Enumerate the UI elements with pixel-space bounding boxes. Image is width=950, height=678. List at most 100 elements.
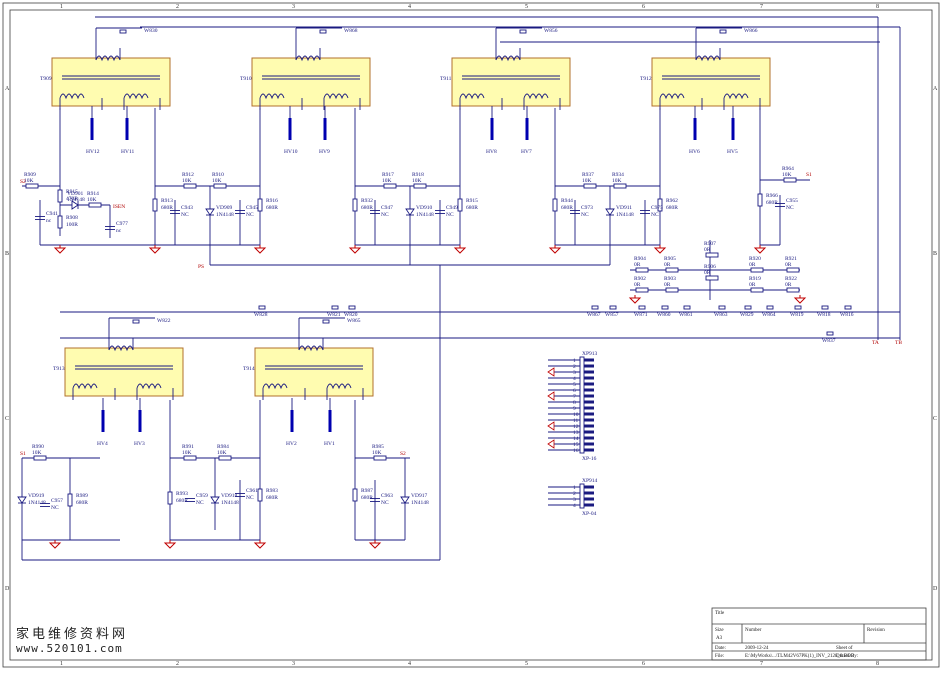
jumper-ref: W868 bbox=[344, 28, 358, 34]
part-value: 1N4148 bbox=[216, 212, 234, 218]
part-ref: C945 bbox=[246, 205, 258, 211]
jumper-symbol bbox=[718, 305, 726, 310]
part-value: 680R bbox=[266, 495, 278, 501]
jumper-ref: W821 bbox=[327, 312, 341, 318]
jumper-symbol bbox=[258, 305, 266, 310]
grid-row-labels: A A B B C C D D bbox=[5, 86, 938, 592]
part-vd917 bbox=[400, 496, 410, 504]
part-r919 bbox=[750, 287, 764, 293]
part-value: NC bbox=[581, 212, 589, 218]
part-value: NC bbox=[381, 500, 389, 506]
part-r915 bbox=[57, 189, 63, 203]
size-value: A3 bbox=[716, 636, 723, 641]
ground-symbol bbox=[753, 245, 767, 254]
connector-xp913: 12345678910111213141516XP913XP-16 bbox=[547, 351, 598, 462]
part-value: 10K bbox=[182, 178, 192, 184]
ground-symbol bbox=[253, 245, 267, 254]
hv-label: HV6 bbox=[689, 149, 700, 155]
ground-symbol bbox=[348, 245, 362, 254]
jumper-ref: W861 bbox=[679, 312, 693, 318]
part-r907 bbox=[705, 252, 719, 258]
net-s2-bottom: S2 bbox=[400, 451, 406, 457]
connector-ref: XP913 bbox=[582, 351, 598, 357]
part-r916 bbox=[257, 198, 263, 212]
jumper-ref: W866 bbox=[744, 28, 758, 34]
revision-label: Revision bbox=[867, 628, 885, 633]
jumper-ref: W837 bbox=[822, 338, 836, 344]
part-value: 1N4148 bbox=[221, 500, 239, 506]
transformer-t914: T914 W865 bbox=[243, 317, 374, 400]
ground-symbol bbox=[163, 540, 177, 549]
hv-output-hv8: HV8 bbox=[486, 106, 497, 155]
part-value: 1N4148 bbox=[28, 500, 46, 506]
jumper-ref: W860 bbox=[657, 312, 671, 318]
ground-symbol bbox=[793, 295, 807, 304]
jumper-symbol bbox=[826, 331, 834, 336]
part-r904 bbox=[635, 267, 649, 273]
part-value: 0R bbox=[634, 282, 641, 288]
part-value: 10K bbox=[212, 178, 222, 184]
part-ref: R993 bbox=[176, 491, 188, 497]
part-value: 1N4148 bbox=[67, 197, 85, 203]
grid-row-right: D bbox=[933, 586, 938, 592]
jumper-ref: W820 bbox=[344, 312, 358, 318]
part-r905 bbox=[665, 267, 679, 273]
part-value: 10K bbox=[412, 178, 422, 184]
part-value: 10K bbox=[372, 450, 382, 456]
grid-row-right: B bbox=[933, 251, 937, 257]
part-vd910 bbox=[405, 208, 415, 216]
part-vd911 bbox=[605, 208, 615, 216]
grid-row-left: D bbox=[5, 586, 10, 592]
connector-xp914: 1234XP914XP-04 bbox=[548, 478, 598, 517]
transformer-t913: T913 W822 bbox=[53, 317, 184, 400]
jumper-ref: W857 bbox=[605, 312, 619, 318]
part-r983 bbox=[257, 488, 263, 502]
part-r913 bbox=[152, 198, 158, 212]
part-ref: C975 bbox=[651, 205, 663, 211]
part-ref: C955 bbox=[786, 198, 798, 204]
part-ref: C959 bbox=[196, 493, 208, 499]
part-value: 10K bbox=[217, 450, 227, 456]
transformer-ref: T912 bbox=[640, 76, 652, 82]
part-value: 10K bbox=[182, 450, 192, 456]
jumper-ref: W829 bbox=[740, 312, 754, 318]
part-ref: R916 bbox=[266, 198, 278, 204]
watermark-url: www.520101.com bbox=[16, 642, 123, 655]
part-value: 0R bbox=[704, 247, 711, 253]
schematic-canvas: 1 1 2 2 3 3 4 4 5 5 6 6 7 7 8 8 A A B B C C D D T909 W830 T910 W8… bbox=[2, 2, 940, 668]
sheet-label: Sheet of bbox=[836, 646, 853, 651]
drawn-by-label: Drawn By: bbox=[836, 654, 858, 659]
part-ref: R932 bbox=[361, 198, 373, 204]
connector-part: XP-16 bbox=[582, 456, 597, 462]
transformer-ref: T909 bbox=[40, 76, 52, 82]
grid-row-left: C bbox=[5, 416, 9, 422]
part-value: 0R bbox=[785, 262, 792, 268]
part-value: 100R bbox=[66, 222, 78, 228]
part-value: 10K bbox=[382, 178, 392, 184]
part-r989 bbox=[67, 493, 73, 507]
part-value: 0R bbox=[785, 282, 792, 288]
jumper-symbol bbox=[591, 305, 599, 310]
hv-output-hv7: HV7 bbox=[521, 106, 532, 155]
jumper-symbol bbox=[638, 305, 646, 310]
grid-col-top: 8 bbox=[876, 4, 879, 10]
hv-label: HV3 bbox=[134, 441, 145, 447]
ground-symbol bbox=[48, 540, 62, 549]
jumper-symbol bbox=[609, 305, 617, 310]
grid-col-top: 7 bbox=[760, 4, 763, 10]
jumper-ref: W818 bbox=[817, 312, 831, 318]
part-value: 0R bbox=[749, 282, 756, 288]
jumper-symbol bbox=[719, 29, 727, 34]
part-value: 10K bbox=[32, 450, 42, 456]
part-value: 10K bbox=[782, 172, 792, 178]
part-r993 bbox=[167, 491, 173, 505]
part-value: NC bbox=[181, 212, 189, 218]
hv-label: HV4 bbox=[97, 441, 108, 447]
jumper-symbol bbox=[331, 305, 339, 310]
part-value: 0R bbox=[634, 262, 641, 268]
part-value: NC bbox=[381, 212, 389, 218]
ground-symbol bbox=[53, 245, 67, 254]
part-ref: R966 bbox=[766, 193, 778, 199]
part-value: 10K bbox=[612, 178, 622, 184]
jumper-symbol bbox=[794, 305, 802, 310]
